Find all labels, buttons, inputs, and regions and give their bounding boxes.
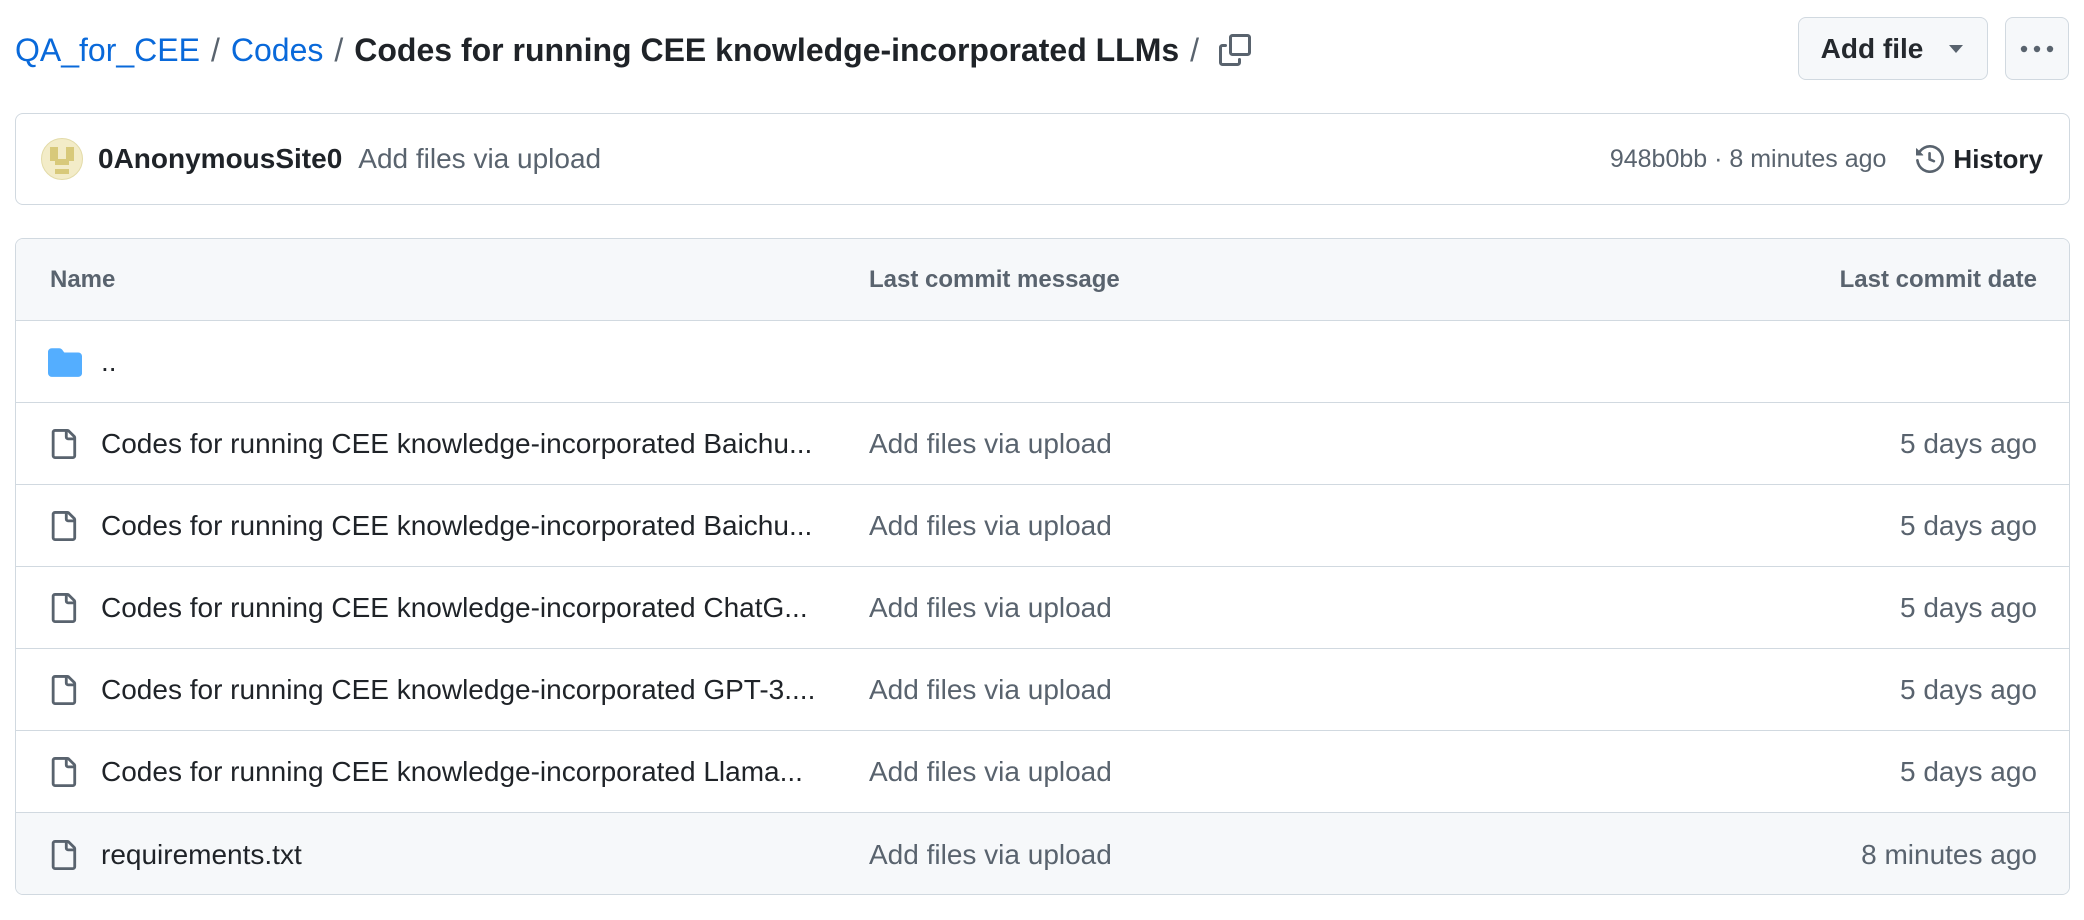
file-name-link[interactable]: Codes for running CEE knowledge-incorpor… [101, 674, 815, 706]
file-name-link[interactable]: requirements.txt [101, 839, 302, 871]
breadcrumb-repo-link[interactable]: QA_for_CEE [15, 32, 200, 69]
identicon-icon [50, 147, 74, 174]
table-row[interactable]: Codes for running CEE knowledge-incorpor… [16, 485, 2069, 567]
file-name-link[interactable]: Codes for running CEE knowledge-incorpor… [101, 428, 812, 460]
breadcrumb-separator: / [334, 31, 344, 68]
add-file-button[interactable]: Add file [1798, 17, 1988, 80]
file-commit-date: 5 days ago [1900, 755, 2037, 787]
triangle-down-icon [1947, 44, 1965, 54]
breadcrumb: QA_for_CEE / Codes / Codes for running C… [15, 22, 1261, 78]
copy-path-button[interactable] [1209, 24, 1261, 76]
file-commit-message-link[interactable]: Add files via upload [869, 428, 1112, 460]
breadcrumb-separator: / [210, 31, 220, 68]
folder-icon [48, 347, 82, 377]
file-icon [48, 838, 78, 872]
file-name-link[interactable]: Codes for running CEE knowledge-incorpor… [101, 756, 803, 788]
file-icon [48, 673, 78, 707]
history-icon [1916, 145, 1945, 173]
file-icon [48, 591, 78, 625]
history-button[interactable]: History [1916, 144, 2043, 175]
table-row[interactable]: requirements.txt Add files via upload 8 … [16, 813, 2069, 894]
file-table: Name Last commit message Last commit dat… [15, 238, 2070, 895]
file-commit-message-link[interactable]: Add files via upload [869, 756, 1112, 788]
table-row[interactable]: Codes for running CEE knowledge-incorpor… [16, 731, 2069, 813]
parent-directory-row[interactable]: .. [16, 321, 2069, 403]
breadcrumb-folder-link[interactable]: Codes [231, 32, 324, 69]
file-commit-message-link[interactable]: Add files via upload [869, 592, 1112, 624]
file-commit-date: 5 days ago [1900, 591, 2037, 623]
latest-commit-box: 0AnonymousSite0 Add files via upload 948… [15, 113, 2070, 205]
file-commit-message-link[interactable]: Add files via upload [869, 839, 1112, 871]
table-row[interactable]: Codes for running CEE knowledge-incorpor… [16, 403, 2069, 485]
breadcrumb-current: Codes for running CEE knowledge-incorpor… [354, 31, 1180, 68]
file-commit-date: 8 minutes ago [1861, 838, 2037, 870]
commit-author-link[interactable]: 0AnonymousSite0 [98, 143, 342, 175]
file-icon [48, 755, 78, 789]
file-commit-message-link[interactable]: Add files via upload [869, 510, 1112, 542]
table-header: Name Last commit message Last commit dat… [16, 239, 2069, 321]
file-commit-date: 5 days ago [1900, 427, 2037, 459]
file-name-link[interactable]: Codes for running CEE knowledge-incorpor… [101, 510, 812, 542]
more-options-button[interactable] [2005, 17, 2069, 80]
table-row[interactable]: Codes for running CEE knowledge-incorpor… [16, 567, 2069, 649]
commit-sha-time[interactable]: 948b0bb · 8 minutes ago [1610, 145, 1887, 174]
file-commit-message-link[interactable]: Add files via upload [869, 674, 1112, 706]
commit-message-link[interactable]: Add files via upload [358, 143, 601, 175]
avatar[interactable] [41, 138, 83, 180]
header-last-commit-date: Last commit date [1839, 265, 2037, 293]
header-name: Name [50, 265, 116, 293]
parent-directory-link[interactable]: .. [101, 346, 117, 378]
file-icon [48, 509, 78, 543]
file-name-link[interactable]: Codes for running CEE knowledge-incorpor… [101, 592, 808, 624]
copy-icon [1219, 34, 1252, 66]
kebab-horizontal-icon [2020, 45, 2054, 52]
file-commit-date: 5 days ago [1900, 509, 2037, 541]
add-file-label: Add file [1820, 32, 1924, 64]
breadcrumb-separator: / [1190, 31, 1200, 68]
table-row[interactable]: Codes for running CEE knowledge-incorpor… [16, 649, 2069, 731]
file-commit-date: 5 days ago [1900, 673, 2037, 705]
history-label: History [1953, 143, 2043, 174]
header-last-commit-message: Last commit message [869, 265, 1120, 293]
file-icon [48, 427, 78, 461]
